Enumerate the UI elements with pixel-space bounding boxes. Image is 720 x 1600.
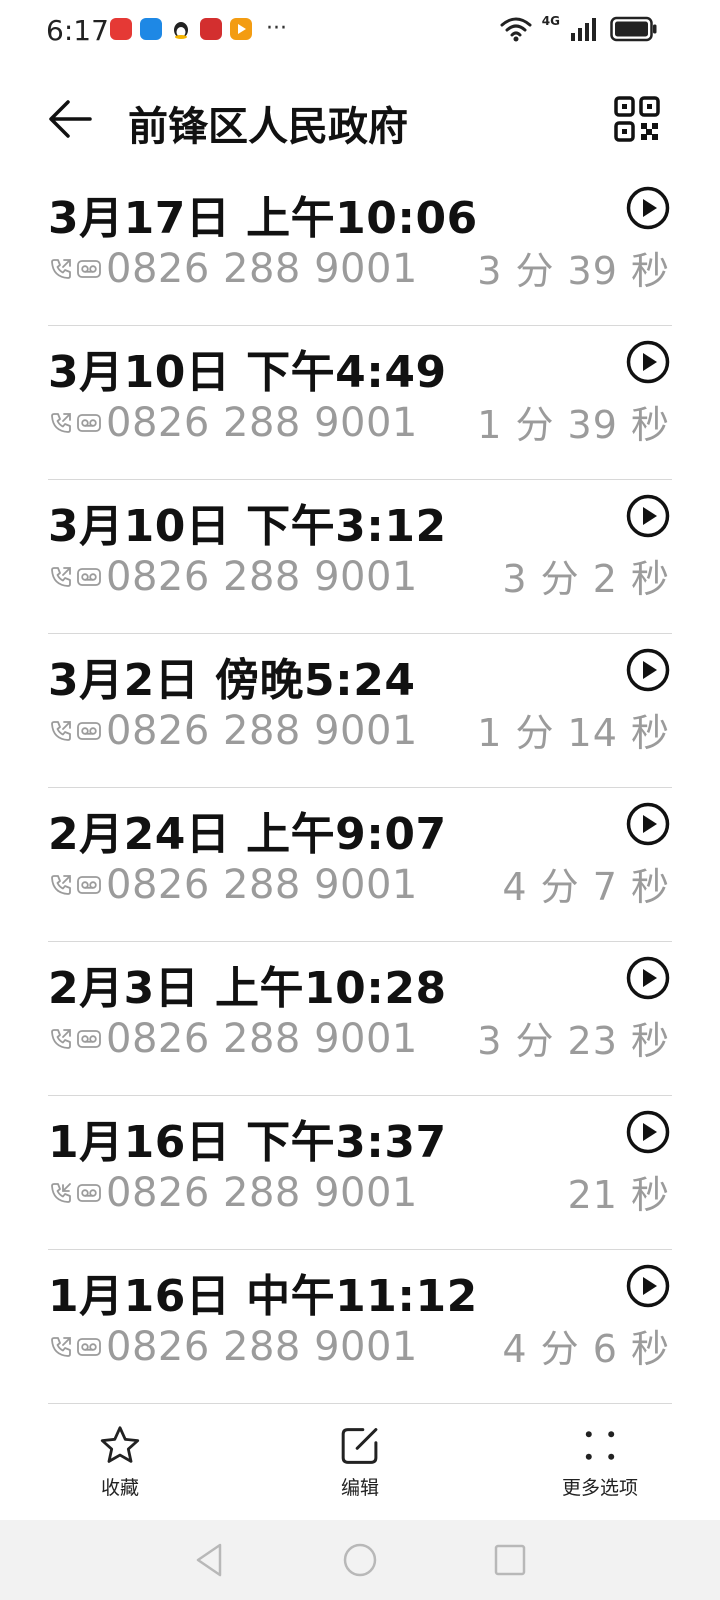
orange-play-app-icon (230, 18, 252, 40)
call-datetime: 2月3日 上午10:28 (48, 963, 447, 1014)
blue-puzzle-app-icon (140, 18, 162, 40)
call-duration: 1 分 14 秒 (477, 711, 670, 755)
back-arrow-icon[interactable] (46, 94, 96, 144)
call-datetime: 3月10日 下午3:12 (48, 501, 447, 552)
call-record-row[interactable]: 2月3日 上午10:28 0826 288 9001 3 分 23 秒 (48, 942, 672, 1096)
play-recording-icon[interactable] (626, 1264, 670, 1308)
call-datetime: 2月24日 上午9:07 (48, 809, 447, 860)
contact-header: 前锋区人民政府 (0, 80, 720, 160)
voicemail-icon (77, 876, 101, 894)
call-details: 0826 288 9001 (48, 862, 418, 908)
incoming-call-icon (51, 1183, 71, 1203)
more-options-label: 更多选项 (561, 1477, 638, 1499)
play-recording-icon[interactable] (626, 802, 670, 846)
call-details: 0826 288 9001 (48, 1016, 418, 1062)
call-phone-number: 0826 288 9001 (106, 708, 418, 754)
play-recording-icon[interactable] (626, 186, 670, 230)
call-details: 0826 288 9001 (48, 708, 418, 754)
call-record-row[interactable]: 3月10日 下午4:49 0826 288 9001 1 分 39 秒 (48, 326, 672, 480)
call-record-row[interactable]: 3月2日 傍晚5:24 0826 288 9001 1 分 14 秒 (48, 634, 672, 788)
call-details: 0826 288 9001 (48, 554, 418, 600)
voicemail-icon (77, 568, 101, 586)
system-navigation-bar (0, 1520, 720, 1600)
call-phone-number: 0826 288 9001 (106, 246, 418, 292)
wifi-icon (500, 17, 532, 42)
star-icon (100, 1426, 140, 1463)
play-recording-icon[interactable] (626, 494, 670, 538)
bottom-toolbar: 收藏 编辑 更多选项 (0, 1400, 720, 1500)
call-datetime: 1月16日 中午11:12 (48, 1271, 478, 1322)
call-duration: 21 秒 (567, 1173, 670, 1217)
outgoing-call-icon (51, 567, 71, 587)
call-phone-number: 0826 288 9001 (106, 862, 418, 908)
edit-label: 编辑 (340, 1477, 379, 1499)
call-record-row[interactable]: 3月17日 上午10:06 0826 288 9001 3 分 39 秒 (48, 172, 672, 326)
call-duration: 4 分 6 秒 (502, 1327, 670, 1371)
status-time: 6:17 (46, 14, 109, 47)
qr-code-icon[interactable] (614, 96, 660, 142)
call-duration: 4 分 7 秒 (502, 865, 670, 909)
call-record-row[interactable]: 3月10日 下午3:12 0826 288 9001 3 分 2 秒 (48, 480, 672, 634)
call-duration: 1 分 39 秒 (477, 403, 670, 447)
outgoing-call-icon (51, 1337, 71, 1357)
voicemail-icon (77, 722, 101, 740)
outgoing-call-icon (51, 259, 71, 279)
battery-icon (610, 16, 657, 42)
call-duration: 3 分 23 秒 (477, 1019, 670, 1063)
voicemail-icon (77, 1338, 101, 1356)
notification-icons: ··· (110, 18, 287, 40)
outgoing-call-icon (51, 413, 71, 433)
phone-screen: 6:17 ··· 4G 前锋区人民政府 3月17日 上午10:06 0826 2… (0, 0, 720, 1600)
call-datetime: 3月2日 傍晚5:24 (48, 655, 416, 706)
voicemail-icon (77, 260, 101, 278)
more-notifications-icon: ··· (266, 16, 287, 41)
nav-back-icon[interactable] (190, 1540, 230, 1580)
edit-icon (341, 1428, 378, 1464)
contact-name-title: 前锋区人民政府 (128, 104, 408, 150)
call-details: 0826 288 9001 (48, 1324, 418, 1370)
favorite-button[interactable]: 收藏 (20, 1400, 220, 1500)
call-phone-number: 0826 288 9001 (106, 1324, 418, 1370)
outgoing-call-icon (51, 721, 71, 741)
nav-recents-icon[interactable] (490, 1540, 530, 1580)
play-recording-icon[interactable] (626, 340, 670, 384)
network-type-label: 4G (541, 14, 560, 28)
call-details: 0826 288 9001 (48, 400, 418, 446)
play-recording-icon[interactable] (626, 648, 670, 692)
qq-penguin-icon (170, 18, 192, 40)
call-datetime: 1月16日 下午3:37 (48, 1117, 447, 1168)
call-details: 0826 288 9001 (48, 246, 418, 292)
call-details: 0826 288 9001 (48, 1170, 418, 1216)
red-book-app-icon (200, 18, 222, 40)
voicemail-icon (77, 414, 101, 432)
voicemail-icon (77, 1184, 101, 1202)
edit-button[interactable]: 编辑 (260, 1400, 460, 1500)
nav-home-icon[interactable] (340, 1540, 380, 1580)
outgoing-call-icon (51, 875, 71, 895)
more-options-button[interactable]: 更多选项 (500, 1400, 700, 1500)
call-phone-number: 0826 288 9001 (106, 1170, 418, 1216)
signal-icon (571, 18, 596, 41)
system-indicators: 4G (500, 14, 658, 42)
red-app-icon (110, 18, 132, 40)
outgoing-call-icon (51, 1029, 71, 1049)
call-datetime: 3月17日 上午10:06 (48, 193, 478, 244)
play-recording-icon[interactable] (626, 956, 670, 1000)
status-bar: 6:17 ··· 4G (0, 0, 720, 64)
call-phone-number: 0826 288 9001 (106, 554, 418, 600)
call-history-list: 3月17日 上午10:06 0826 288 9001 3 分 39 秒 3月1… (0, 172, 720, 1404)
call-duration: 3 分 39 秒 (477, 249, 670, 293)
call-phone-number: 0826 288 9001 (106, 400, 418, 446)
favorite-label: 收藏 (100, 1477, 139, 1499)
call-duration: 3 分 2 秒 (502, 557, 670, 601)
call-phone-number: 0826 288 9001 (106, 1016, 418, 1062)
call-record-row[interactable]: 2月24日 上午9:07 0826 288 9001 4 分 7 秒 (48, 788, 672, 942)
call-record-row[interactable]: 1月16日 中午11:12 0826 288 9001 4 分 6 秒 (48, 1250, 672, 1404)
more-dots-icon (585, 1431, 615, 1460)
call-datetime: 3月10日 下午4:49 (48, 347, 447, 398)
voicemail-icon (77, 1030, 101, 1048)
call-record-row[interactable]: 1月16日 下午3:37 0826 288 9001 21 秒 (48, 1096, 672, 1250)
play-recording-icon[interactable] (626, 1110, 670, 1154)
